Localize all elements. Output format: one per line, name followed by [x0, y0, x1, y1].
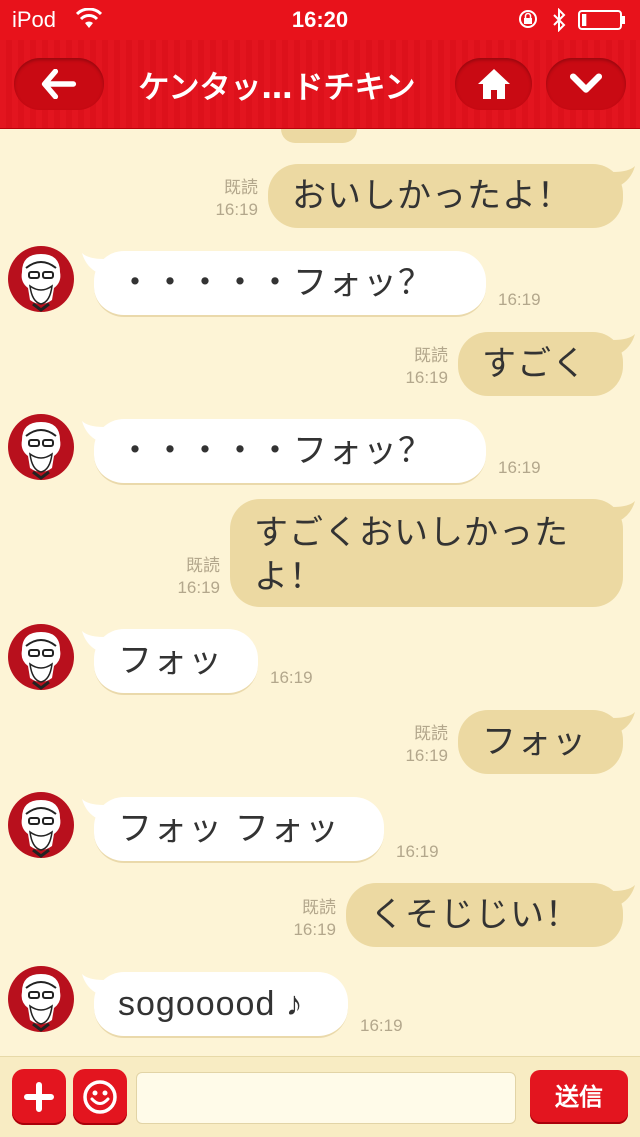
- incoming-message-bubble[interactable]: ・・・・・フォッ？: [82, 419, 486, 485]
- chat-thread[interactable]: 既読 16:19 おいしかったよ！ ・・・・・フォッ？ 16:19 既読 16:19…: [0, 129, 640, 1056]
- previous-message-bubble: [281, 129, 357, 143]
- colonel-avatar[interactable]: [8, 246, 74, 312]
- colonel-avatar[interactable]: [8, 792, 74, 858]
- outgoing-message-bubble[interactable]: フォッ: [458, 710, 635, 774]
- bubble-tail: [613, 334, 635, 354]
- bubble-tail: [82, 631, 104, 651]
- incoming-message-bubble[interactable]: ・・・・・フォッ？: [82, 251, 486, 317]
- status-time: 16:20: [291, 7, 349, 32]
- bubble-tail: [82, 974, 104, 994]
- outgoing-message-bubble[interactable]: おいしかったよ！: [268, 164, 635, 228]
- back-button[interactable]: [14, 58, 104, 110]
- bubble-tail: [613, 885, 635, 905]
- read-receipt: 既読 16:19: [405, 724, 448, 765]
- message-time: 16:19: [360, 1016, 403, 1035]
- colonel-avatar[interactable]: [8, 966, 74, 1032]
- read-receipt: 既読 16:19: [215, 178, 258, 219]
- incoming-message-bubble[interactable]: フォッ: [82, 629, 258, 695]
- message-time: 16:19: [498, 458, 541, 477]
- colonel-avatar[interactable]: [8, 414, 74, 480]
- bluetooth-icon: [553, 8, 566, 32]
- bubble-tail: [613, 166, 635, 186]
- chevron-down-icon: [569, 73, 603, 93]
- nav-bar: ケンタッ…ドチキン: [0, 40, 640, 129]
- outgoing-message-bubble[interactable]: すごくおいしかった よ！: [230, 499, 635, 607]
- colonel-avatar[interactable]: [8, 624, 74, 690]
- message-time: 16:19: [270, 668, 313, 687]
- bubble-tail: [82, 421, 104, 441]
- read-receipt: 既読 16:19: [177, 556, 220, 597]
- message-input[interactable]: [136, 1072, 516, 1124]
- bubble-tail: [613, 712, 635, 732]
- smiley-icon: [83, 1080, 117, 1114]
- bubble-tail: [82, 799, 104, 819]
- read-receipt: 既読 16:19: [293, 898, 336, 939]
- outgoing-message-bubble[interactable]: くそじじい！: [346, 883, 635, 947]
- bubble-tail: [82, 253, 104, 273]
- send-button[interactable]: 送信: [530, 1070, 628, 1124]
- incoming-message-bubble[interactable]: フォッ フォッ: [82, 797, 384, 863]
- back-arrow-icon: [41, 69, 77, 99]
- incoming-message-bubble[interactable]: sogooood ♪: [82, 972, 348, 1038]
- menu-toggle-button[interactable]: [546, 58, 626, 110]
- status-bar: iPod 16:20: [0, 0, 640, 40]
- plus-icon: [24, 1082, 54, 1112]
- message-time: 16:19: [498, 290, 541, 309]
- read-receipt: 既読 16:19: [405, 346, 448, 387]
- attach-button[interactable]: [12, 1069, 66, 1125]
- message-time: 16:19: [396, 842, 439, 861]
- battery-low-icon: [578, 10, 625, 30]
- emoji-button[interactable]: [73, 1069, 127, 1125]
- home-button[interactable]: [455, 58, 532, 110]
- page-title: ケンタッ…ドチキン: [138, 70, 416, 106]
- home-icon: [478, 69, 510, 99]
- message-input-bar: 送信: [0, 1056, 640, 1137]
- outgoing-message-bubble[interactable]: すごく: [458, 332, 635, 396]
- bubble-tail: [613, 501, 635, 521]
- orientation-lock-icon: [519, 10, 537, 28]
